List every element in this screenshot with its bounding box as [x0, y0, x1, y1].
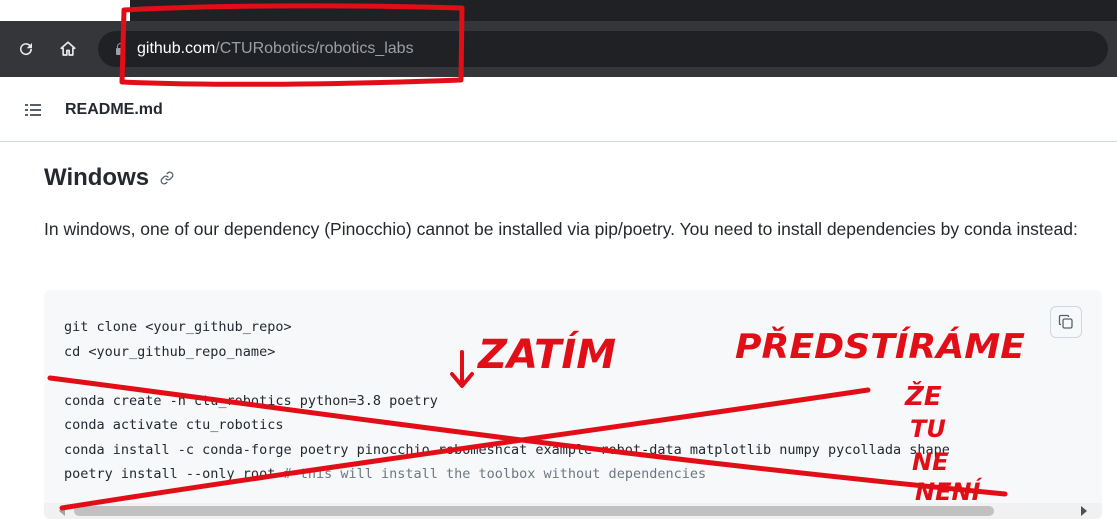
url-text[interactable]: github.com/CTURobotics/robotics_labs: [137, 39, 414, 59]
reload-button[interactable]: [12, 35, 40, 63]
anchor-link-icon[interactable]: [159, 170, 175, 186]
code-line: ​: [64, 364, 950, 389]
url-path: /CTURobotics/robotics_labs: [215, 40, 414, 57]
outline-list-icon[interactable]: [25, 104, 41, 116]
code-block: git clone <your_github_repo>cd <your_git…: [44, 290, 1102, 519]
code-line: poetry install --only root # this will i…: [64, 466, 707, 482]
home-icon: [60, 41, 76, 56]
scrollbar-thumb[interactable]: [74, 506, 994, 516]
code-line: conda install -c conda-forge poetry pino…: [64, 441, 950, 458]
code-line: conda activate ctu_robotics: [64, 417, 284, 433]
description-paragraph: In windows, one of our dependency (Pinoc…: [44, 219, 1078, 239]
scroll-right-arrow-icon[interactable]: [1081, 506, 1087, 516]
copy-icon: [1058, 314, 1073, 329]
tab-strip: [130, 0, 1117, 21]
code-content[interactable]: git clone <your_github_repo>cd <your_git…: [64, 315, 950, 487]
browser-toolbar: github.com/CTURobotics/robotics_labs: [0, 21, 1117, 77]
home-button[interactable]: [54, 35, 82, 63]
url-host: github.com: [137, 40, 216, 57]
reload-icon: [20, 43, 33, 56]
section-heading: Windows: [44, 164, 175, 192]
code-line: conda create -n ctu_robotics python=3.8 …: [64, 392, 438, 409]
horizontal-scrollbar[interactable]: [44, 503, 1102, 519]
file-header: README.md: [0, 77, 1117, 142]
code-line: git clone <your_github_repo>: [64, 319, 292, 335]
window-top-strip: [0, 0, 1117, 21]
lock-icon[interactable]: [116, 43, 125, 55]
scroll-left-arrow-icon[interactable]: [59, 506, 65, 516]
address-bar[interactable]: github.com/CTURobotics/robotics_labs: [98, 31, 1108, 67]
code-line: cd <your_github_repo_name>: [64, 343, 276, 360]
readme-content: Windows In windows, one of our dependenc…: [0, 142, 1117, 531]
file-title: README.md: [65, 101, 163, 118]
heading-text: Windows: [44, 164, 150, 191]
copy-button[interactable]: [1050, 306, 1082, 338]
